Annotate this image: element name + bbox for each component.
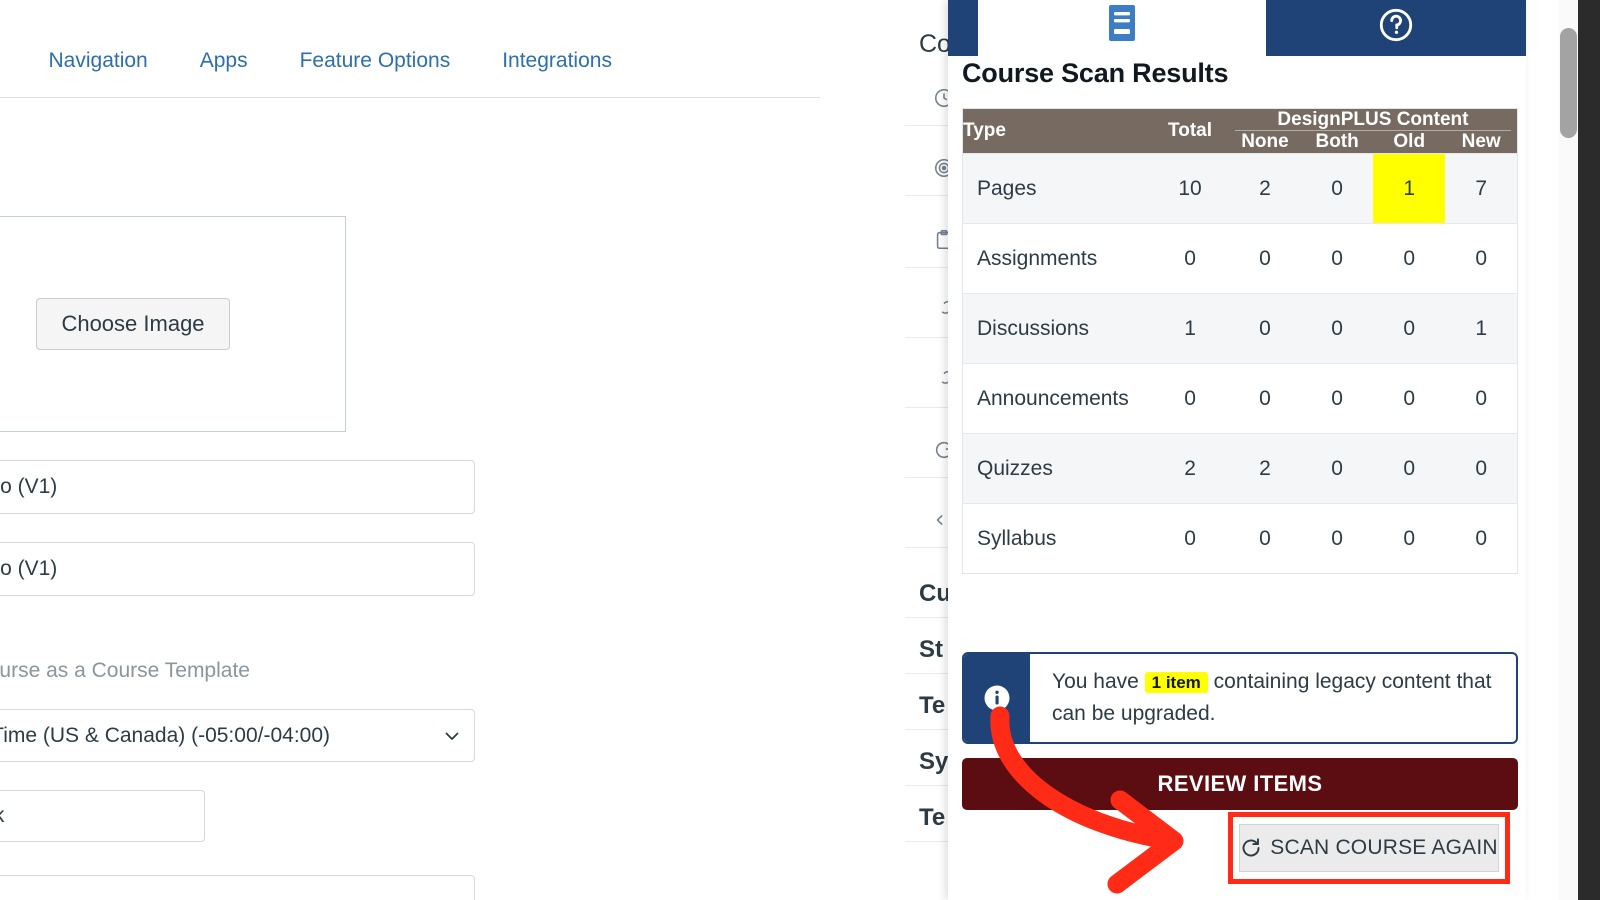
toolbar-left-spacer	[948, 0, 978, 56]
cell-new: 0	[1445, 223, 1518, 294]
chevron-down-icon	[445, 732, 459, 740]
cell-both: 0	[1301, 223, 1374, 294]
tab-bar-divider	[0, 97, 820, 98]
screen-root: s Navigation Apps Feature Options Integr…	[0, 0, 1600, 900]
cell-total: 1	[1151, 293, 1229, 364]
cell-type: Discussions	[962, 293, 1152, 364]
notice-icon-column	[964, 654, 1030, 742]
notice-text: You have 1 item containing legacy conten…	[1030, 654, 1516, 742]
cell-none: 0	[1228, 363, 1302, 434]
cell-none: 0	[1228, 293, 1302, 364]
table-body: Pages 10 2 0 1 7 Assignments 0 0 0 0 0 Discussions 1 0…	[962, 153, 1518, 574]
course-image-dropzone[interactable]: Choose Image	[0, 216, 346, 432]
additional-field-input[interactable]	[0, 875, 475, 900]
cell-total: 0	[1151, 223, 1229, 294]
cell-type: Quizzes	[962, 433, 1152, 504]
tray-title: Co	[919, 30, 951, 58]
designplus-panel: Course Scan Results Type Total DesignPLU…	[948, 0, 1526, 900]
scan-again-highlight-box: SCAN COURSE AGAIN	[1228, 812, 1510, 884]
course-short-name-input[interactable]: L Demo (V1)	[0, 542, 475, 596]
scan-course-again-button[interactable]: SCAN COURSE AGAIN	[1239, 824, 1499, 872]
table-row: Announcements 0 0 0 0 0	[962, 363, 1518, 434]
tray-row-label: Te	[919, 804, 946, 831]
tray-row-label: Sy	[919, 748, 949, 775]
panel-title: Course Scan Results	[962, 58, 1229, 88]
cell-old: 0	[1373, 433, 1446, 504]
canvas-course-settings-page: s Navigation Apps Feature Options Integr…	[0, 0, 960, 900]
cell-total: 0	[1151, 503, 1229, 574]
question-circle-icon	[1379, 8, 1413, 42]
timezone-select[interactable]: stern Time (US & Canada) (-05:00/-04:00)	[0, 709, 475, 762]
course-name-input[interactable]: L Demo (V1)	[0, 460, 475, 514]
cell-old: 0	[1373, 503, 1446, 574]
col-header-group-designplus-content: DesignPLUS Content	[1228, 108, 1518, 131]
col-header-none: None	[1228, 131, 1302, 154]
tab-apps[interactable]: Apps	[174, 48, 274, 74]
cell-old: 1	[1373, 153, 1446, 224]
toolbar-help-button[interactable]	[1266, 0, 1526, 56]
tray-row-label: St	[919, 636, 943, 663]
tab-navigation[interactable]: Navigation	[23, 48, 174, 74]
notice-count-chip: 1 item	[1144, 672, 1208, 693]
cell-total: 0	[1151, 363, 1229, 434]
table-row: Syllabus 0 0 0 0 0	[962, 503, 1518, 574]
table-row: Discussions 1 0 0 0 1	[962, 293, 1518, 364]
cell-old: 0	[1373, 293, 1446, 364]
cell-none: 0	[1228, 503, 1302, 574]
tray-row-label: Cu	[919, 580, 951, 607]
cell-total: 2	[1151, 433, 1229, 504]
cell-old: 0	[1373, 223, 1446, 294]
cell-new: 1	[1445, 293, 1518, 364]
timezone-select-value: stern Time (US & Canada) (-05:00/-04:00)	[0, 723, 331, 747]
cell-type: Announcements	[962, 363, 1152, 434]
cell-both: 0	[1301, 153, 1374, 224]
col-header-old: Old	[1373, 131, 1446, 154]
sis-id-input[interactable]: L Work	[0, 790, 205, 842]
legacy-content-notice: You have 1 item containing legacy conten…	[962, 652, 1518, 744]
toolbar-book-button[interactable]	[978, 0, 1266, 56]
cell-both: 0	[1301, 293, 1374, 364]
col-header-total: Total	[1151, 108, 1229, 154]
cell-type: Assignments	[962, 223, 1152, 294]
cell-none: 0	[1228, 223, 1302, 294]
table-row: Quizzes 2 2 0 0 0	[962, 433, 1518, 504]
review-items-button[interactable]: REVIEW ITEMS	[962, 758, 1518, 810]
cell-none: 2	[1228, 153, 1302, 224]
cell-new: 7	[1445, 153, 1518, 224]
scan-course-again-label: SCAN COURSE AGAIN	[1270, 836, 1498, 859]
info-circle-icon	[984, 685, 1010, 711]
settings-tab-bar: s Navigation Apps Feature Options Integr…	[0, 48, 860, 94]
tab-feature-options[interactable]: Feature Options	[274, 48, 477, 74]
cell-type: Syllabus	[962, 503, 1152, 574]
table-header-row-group: Type Total DesignPLUS Content	[962, 108, 1518, 154]
tray-row-label: Te	[919, 692, 946, 719]
designplus-toolbar	[948, 0, 1526, 56]
page-scrollbar-thumb[interactable]	[1560, 28, 1577, 138]
cell-both: 0	[1301, 433, 1374, 504]
col-header-new: New	[1445, 131, 1518, 154]
cell-new: 0	[1445, 363, 1518, 434]
course-template-checkbox-label: nable course as a Course Template	[0, 659, 250, 682]
book-icon	[1109, 5, 1135, 41]
cell-new: 0	[1445, 503, 1518, 574]
cell-old: 0	[1373, 363, 1446, 434]
tab-integrations[interactable]: Integrations	[476, 48, 638, 74]
cell-none: 2	[1228, 433, 1302, 504]
refresh-icon	[1242, 838, 1260, 857]
table-row: Pages 10 2 0 1 7	[962, 153, 1518, 224]
cell-both: 0	[1301, 503, 1374, 574]
tab-settings[interactable]: s	[0, 48, 23, 74]
col-header-both: Both	[1301, 131, 1374, 154]
cell-total: 10	[1151, 153, 1229, 224]
course-scan-results-table: Type Total DesignPLUS Content None Both …	[962, 108, 1518, 574]
cell-both: 0	[1301, 363, 1374, 434]
table-row: Assignments 0 0 0 0 0	[962, 223, 1518, 294]
cell-new: 0	[1445, 433, 1518, 504]
cell-type: Pages	[962, 153, 1152, 224]
notice-text-before: You have	[1052, 670, 1139, 693]
col-header-type: Type	[962, 108, 1152, 154]
choose-image-button[interactable]: Choose Image	[36, 298, 230, 350]
